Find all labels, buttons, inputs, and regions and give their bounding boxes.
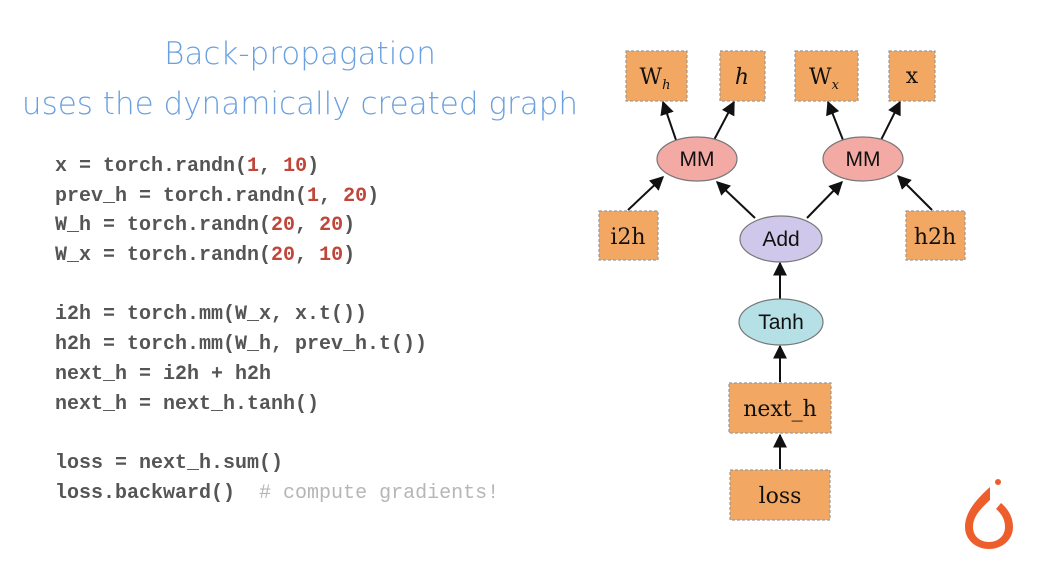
node-wh: Wh bbox=[625, 50, 688, 102]
computation-graph: Wh h Wx x MM MM i2h Add h2h Tanh next_h … bbox=[598, 50, 1013, 549]
edge-mm-left-to-wh bbox=[660, 100, 677, 141]
node-add: Add bbox=[739, 215, 823, 263]
svg-text:i2h: i2h bbox=[610, 225, 645, 250]
node-mm-left: MM bbox=[656, 136, 738, 182]
edge-mm-right-to-x bbox=[880, 100, 901, 141]
svg-text:MM: MM bbox=[680, 148, 715, 171]
node-loss: loss bbox=[729, 469, 831, 521]
node-next-h: next_h bbox=[728, 382, 832, 434]
node-h2h: h2h bbox=[905, 210, 966, 261]
pytorch-flame-icon bbox=[965, 479, 1013, 549]
edge-add-to-mm-right bbox=[806, 180, 843, 219]
node-tanh: Tanh bbox=[738, 298, 824, 346]
node-x: x bbox=[888, 50, 936, 102]
svg-text:h: h bbox=[735, 65, 749, 90]
svg-text:loss: loss bbox=[759, 484, 802, 509]
node-wx: Wx bbox=[794, 50, 859, 102]
edge-h2h-to-mm-right bbox=[897, 175, 933, 211]
edge-mm-left-to-h bbox=[713, 100, 735, 141]
svg-text:MM: MM bbox=[846, 148, 881, 171]
node-h: h bbox=[719, 50, 766, 102]
svg-text:h2h: h2h bbox=[914, 225, 956, 250]
node-mm-right: MM bbox=[822, 136, 904, 182]
svg-text:Add: Add bbox=[762, 228, 799, 251]
svg-text:next_h: next_h bbox=[743, 397, 817, 422]
svg-text:x: x bbox=[906, 64, 919, 89]
edge-add-to-mm-left bbox=[715, 181, 756, 219]
node-i2h: i2h bbox=[598, 210, 659, 261]
edge-mm-right-to-wx bbox=[826, 100, 844, 141]
edge-i2h-to-mm-left bbox=[627, 176, 665, 211]
svg-text:Tanh: Tanh bbox=[758, 311, 804, 334]
